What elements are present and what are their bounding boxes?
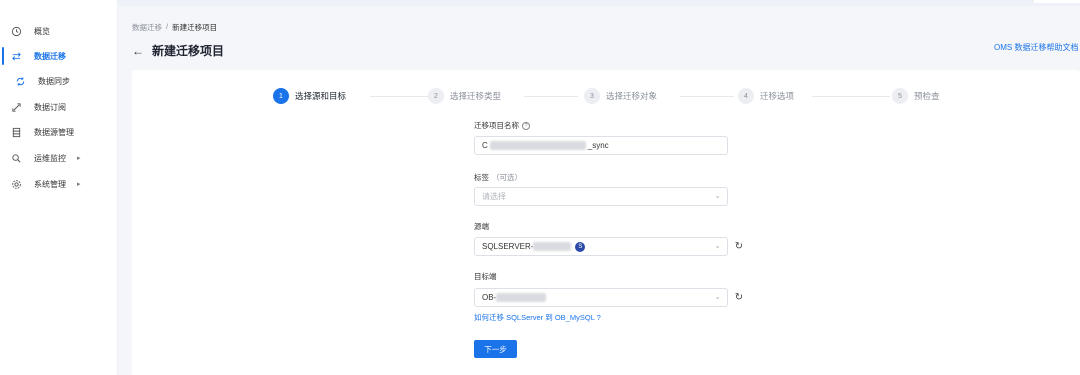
tags-label: 标签 （可选） bbox=[474, 172, 522, 183]
step-number: 4 bbox=[738, 88, 754, 104]
settings-icon bbox=[10, 178, 22, 190]
sidebar-item-label: 数据订阅 bbox=[34, 102, 66, 112]
chevron-down-icon: ⌄ bbox=[714, 292, 721, 301]
project-name-input[interactable]: C _sync bbox=[474, 136, 728, 155]
back-arrow-icon[interactable]: ← bbox=[132, 44, 144, 58]
step-5[interactable]: 5 预检查 bbox=[892, 86, 940, 106]
breadcrumb-separator: / bbox=[166, 22, 169, 31]
step-2[interactable]: 2 选择迁移类型 bbox=[428, 86, 501, 106]
form-card: 1 选择源和目标 2 选择迁移类型 3 选择迁移对象 4 迁移选项 5 预检查 bbox=[132, 70, 1080, 375]
next-button[interactable]: 下一步 bbox=[474, 340, 517, 358]
step-4[interactable]: 4 迁移选项 bbox=[738, 86, 794, 106]
breadcrumb-root[interactable]: 数据迁移 bbox=[132, 22, 162, 33]
chevron-down-icon: ⌄ bbox=[714, 191, 721, 200]
source-type-badge: S bbox=[575, 241, 586, 252]
step-connector bbox=[812, 96, 890, 97]
help-circle-icon[interactable]: ? bbox=[522, 121, 530, 130]
step-label: 预检查 bbox=[914, 91, 940, 101]
tags-label-text: 标签 bbox=[474, 173, 489, 182]
target-select[interactable]: OB- ⌄ bbox=[474, 288, 728, 307]
page-title: 新建迁移项目 bbox=[152, 44, 225, 58]
project-name-prefix: C bbox=[482, 141, 488, 150]
help-doc-link[interactable]: OMS 数据迁移帮助文档 bbox=[994, 42, 1080, 53]
sidebar-item-overview[interactable]: 概览 bbox=[0, 20, 117, 42]
redacted-text bbox=[496, 293, 547, 302]
dashboard-icon bbox=[10, 25, 22, 37]
project-name-suffix: _sync bbox=[587, 141, 609, 150]
subscribe-icon bbox=[10, 101, 22, 113]
caret-right-icon: ▸ bbox=[77, 155, 81, 162]
sidebar-item-label: 运维监控 bbox=[34, 153, 66, 163]
refresh-source-icon[interactable]: ↻ bbox=[733, 237, 745, 256]
sidebar-item-label: 数据源管理 bbox=[34, 127, 74, 137]
tags-select[interactable]: 请选择 ⌄ bbox=[474, 187, 728, 206]
datasource-icon bbox=[10, 126, 22, 138]
redacted-text bbox=[489, 141, 586, 150]
sidebar: 概览 数据迁移 数据同步 数据订阅 数据源管理 运维监控 ▸ 系统管理 ▸ bbox=[0, 0, 118, 375]
title-row: ← 新建迁移项目 bbox=[132, 42, 224, 59]
step-connector bbox=[524, 96, 578, 97]
source-label-text: 源端 bbox=[474, 222, 489, 231]
chevron-down-icon: ⌄ bbox=[714, 241, 721, 250]
source-select[interactable]: SQLSERVER- S ⌄ bbox=[474, 237, 728, 256]
sidebar-item-label: 数据同步 bbox=[38, 76, 70, 86]
sidebar-item-data-sync[interactable]: 数据同步 bbox=[0, 70, 117, 92]
target-label: 目标端 bbox=[474, 271, 497, 282]
sidebar-item-data-migration[interactable]: 数据迁移 bbox=[0, 45, 117, 67]
step-number: 1 bbox=[273, 88, 289, 104]
sidebar-item-label: 系统管理 bbox=[34, 179, 66, 189]
step-1[interactable]: 1 选择源和目标 bbox=[273, 86, 346, 106]
step-connector bbox=[680, 96, 734, 97]
project-name-label-text: 迁移项目名称 bbox=[474, 121, 519, 130]
stepper: 1 选择源和目标 2 选择迁移类型 3 选择迁移对象 4 迁移选项 5 预检查 bbox=[132, 86, 1080, 106]
step-label: 选择迁移对象 bbox=[606, 91, 658, 101]
target-label-text: 目标端 bbox=[474, 272, 497, 281]
main-content: 数据迁移 / 新建迁移项目 ← 新建迁移项目 OMS 数据迁移帮助文档 1 选择… bbox=[118, 6, 1080, 375]
step-label: 迁移选项 bbox=[760, 91, 795, 101]
sidebar-item-data-subscription[interactable]: 数据订阅 bbox=[0, 96, 117, 118]
migration-guide-link[interactable]: 如何迁移 SQLServer 到 OB_MySQL ? bbox=[474, 312, 601, 323]
swap-icon bbox=[10, 50, 22, 62]
sidebar-item-system[interactable]: 系统管理 ▸ bbox=[0, 173, 117, 195]
step-number: 3 bbox=[584, 88, 600, 104]
source-label: 源端 bbox=[474, 221, 489, 232]
step-number: 2 bbox=[428, 88, 444, 104]
source-value: SQLSERVER- bbox=[482, 242, 534, 251]
tags-placeholder: 请选择 bbox=[482, 192, 506, 201]
breadcrumb-current: 新建迁移项目 bbox=[172, 23, 218, 32]
sync-icon bbox=[14, 75, 26, 87]
sidebar-item-monitoring[interactable]: 运维监控 ▸ bbox=[0, 147, 117, 169]
step-label: 选择迁移类型 bbox=[450, 91, 502, 101]
sidebar-item-label: 概览 bbox=[34, 26, 50, 36]
project-name-label: 迁移项目名称 ? bbox=[474, 120, 530, 131]
target-value: OB- bbox=[482, 293, 497, 302]
monitor-icon bbox=[10, 152, 22, 164]
refresh-target-icon[interactable]: ↻ bbox=[733, 288, 745, 307]
optional-hint: （可选） bbox=[492, 173, 522, 182]
caret-right-icon: ▸ bbox=[77, 181, 81, 188]
sidebar-item-datasource[interactable]: 数据源管理 bbox=[0, 121, 117, 143]
breadcrumb: 数据迁移 / 新建迁移项目 bbox=[132, 22, 217, 33]
sidebar-item-label: 数据迁移 bbox=[34, 51, 66, 61]
step-label: 选择源和目标 bbox=[295, 91, 347, 101]
step-number: 5 bbox=[892, 88, 908, 104]
redacted-text bbox=[533, 242, 572, 251]
step-3[interactable]: 3 选择迁移对象 bbox=[584, 86, 657, 106]
step-connector bbox=[370, 96, 428, 97]
